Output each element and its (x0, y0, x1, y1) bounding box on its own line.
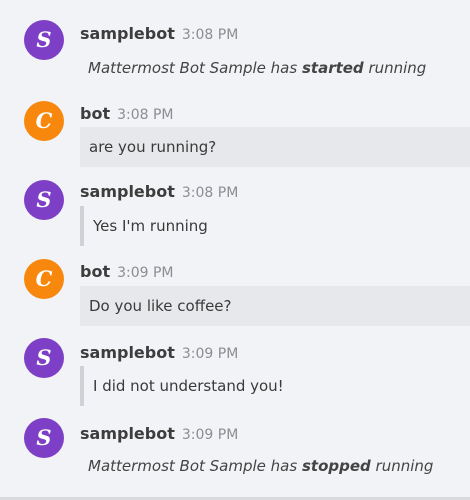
system-message-text: Mattermost Bot Sample has started runnin… (88, 58, 426, 78)
author-name[interactable]: bot (80, 104, 110, 123)
timestamp[interactable]: 3:09 PM (182, 427, 238, 443)
avatar[interactable]: C (24, 259, 64, 299)
message-text: I did not understand you! (80, 366, 284, 406)
system-suffix: running (363, 59, 427, 77)
timestamp[interactable]: 3:09 PM (182, 346, 238, 362)
message-header: samplebot 3:08 PM (80, 182, 238, 203)
timestamp[interactable]: 3:09 PM (117, 265, 173, 281)
system-emphasis: stopped (301, 457, 371, 475)
message-header: samplebot 3:09 PM (80, 343, 238, 364)
message-text: Do you like coffee? (80, 286, 470, 326)
timestamp[interactable]: 3:08 PM (182, 185, 238, 201)
author-name[interactable]: bot (80, 262, 110, 281)
message-header: bot 3:09 PM (80, 262, 174, 283)
author-name[interactable]: samplebot (80, 182, 175, 201)
message-header: samplebot 3:08 PM (80, 24, 238, 45)
system-prefix: Mattermost Bot Sample has (88, 457, 302, 475)
system-message-text: Mattermost Bot Sample has stopped runnin… (88, 456, 433, 476)
system-prefix: Mattermost Bot Sample has (88, 59, 302, 77)
avatar[interactable]: S (24, 20, 64, 60)
timestamp[interactable]: 3:08 PM (182, 27, 238, 43)
message-header: samplebot 3:09 PM (80, 424, 238, 445)
avatar[interactable]: S (24, 418, 64, 458)
message-text: are you running? (80, 127, 470, 167)
avatar[interactable]: C (24, 101, 64, 141)
author-name[interactable]: samplebot (80, 424, 175, 443)
message-text: Yes I'm running (80, 206, 208, 246)
avatar[interactable]: S (24, 338, 64, 378)
timestamp[interactable]: 3:08 PM (117, 107, 173, 123)
system-suffix: running (370, 457, 434, 475)
avatar[interactable]: S (24, 180, 64, 220)
author-name[interactable]: samplebot (80, 343, 175, 362)
author-name[interactable]: samplebot (80, 24, 175, 43)
system-emphasis: started (301, 59, 364, 77)
message-header: bot 3:08 PM (80, 104, 174, 125)
